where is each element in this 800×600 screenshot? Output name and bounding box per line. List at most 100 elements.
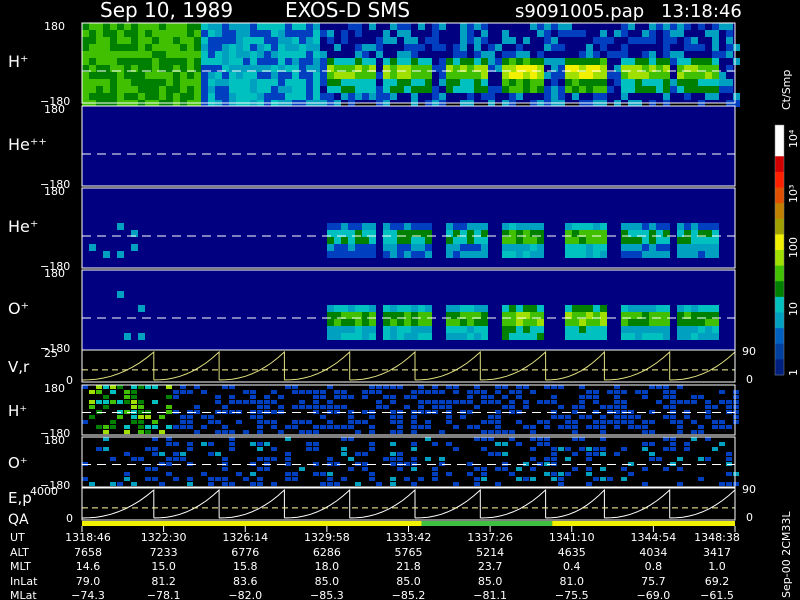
heat-cell xyxy=(579,79,586,86)
heat-cell xyxy=(544,58,551,65)
heat-cell xyxy=(544,457,550,461)
heat-cell xyxy=(663,447,669,451)
heat-cell xyxy=(89,30,96,37)
heat-cell xyxy=(292,472,298,476)
heat-cell xyxy=(446,305,453,312)
heat-cell xyxy=(411,442,417,446)
heat-cell xyxy=(733,93,740,100)
heat-cell xyxy=(551,93,558,100)
heat-cell xyxy=(600,251,607,258)
heat-cell xyxy=(635,326,642,333)
heat-cell xyxy=(397,305,404,312)
heat-cell xyxy=(593,395,599,399)
heat-cell xyxy=(320,30,327,37)
heat-cell xyxy=(299,405,305,409)
heat-cell xyxy=(292,425,298,429)
heat-cell xyxy=(474,326,481,333)
heat-cell xyxy=(124,333,131,340)
heat-cell xyxy=(446,251,453,258)
heat-cell xyxy=(306,447,312,451)
heat-cell xyxy=(369,244,376,251)
axis-value-mlat: −85.2 xyxy=(392,589,426,600)
heat-cell xyxy=(264,400,270,404)
heat-cell xyxy=(712,425,718,429)
heat-cell xyxy=(453,79,460,86)
heat-cell xyxy=(187,442,193,446)
heat-cell xyxy=(579,333,586,340)
heat-cell xyxy=(460,319,467,326)
heat-cell xyxy=(684,79,691,86)
heat-cell xyxy=(327,79,334,86)
heat-cell xyxy=(600,230,607,237)
heat-cell xyxy=(670,86,677,93)
heat-cell xyxy=(369,319,376,326)
heat-cell xyxy=(306,72,313,79)
heat-cell xyxy=(719,400,725,404)
heat-cell xyxy=(663,58,670,65)
heat-cell xyxy=(103,430,109,434)
heat-cell xyxy=(600,437,606,441)
heat-cell xyxy=(593,223,600,230)
heat-cell xyxy=(222,405,228,409)
heat-cell xyxy=(187,44,194,51)
heat-cell xyxy=(404,86,411,93)
heat-cell xyxy=(425,425,431,429)
heat-cell xyxy=(551,86,558,93)
heat-cell xyxy=(131,244,138,251)
heat-cell xyxy=(677,223,684,230)
heat-cell xyxy=(250,390,256,394)
heat-cell xyxy=(110,37,117,44)
heat-cell xyxy=(411,326,418,333)
heat-cell xyxy=(642,467,648,471)
heat-cell xyxy=(89,400,95,404)
heat-cell xyxy=(208,442,214,446)
heat-cell xyxy=(243,86,250,93)
heat-cell xyxy=(579,244,586,251)
heat-cell xyxy=(376,72,383,79)
colorbar-segment xyxy=(775,125,784,142)
heat-cell xyxy=(411,395,417,399)
heat-cell xyxy=(173,390,179,394)
y-max-label: 180 xyxy=(44,267,65,280)
heat-cell xyxy=(215,72,222,79)
heat-cell xyxy=(264,395,270,399)
heat-cell xyxy=(96,400,102,404)
heat-cell xyxy=(544,72,551,79)
heat-cell xyxy=(530,305,537,312)
heat-cell xyxy=(341,37,348,44)
heat-cell xyxy=(313,51,320,58)
heat-cell xyxy=(600,237,607,244)
heat-cell xyxy=(488,93,495,100)
heat-cell xyxy=(579,385,585,389)
heat-cell xyxy=(698,23,705,30)
panel-label-e-p: E,p xyxy=(8,489,32,507)
heat-cell xyxy=(544,442,550,446)
heat-cell xyxy=(208,477,214,481)
y-max-label: 25 xyxy=(44,347,58,360)
heat-cell xyxy=(684,37,691,44)
heat-cell xyxy=(383,58,390,65)
heat-cell xyxy=(467,30,474,37)
heat-cell xyxy=(432,86,439,93)
heat-cell xyxy=(278,86,285,93)
heat-cell xyxy=(719,425,725,429)
heat-cell xyxy=(691,395,697,399)
header-date: Sep 10, 1989 xyxy=(100,0,233,22)
heat-cell xyxy=(369,477,375,481)
heat-cell xyxy=(82,86,89,93)
heat-cell xyxy=(355,58,362,65)
heat-cell xyxy=(509,305,516,312)
heat-cell xyxy=(383,319,390,326)
heat-cell xyxy=(159,452,165,456)
heat-cell xyxy=(558,385,564,389)
heat-cell xyxy=(222,44,229,51)
heat-cell xyxy=(404,51,411,58)
heat-cell xyxy=(474,305,481,312)
heat-cell xyxy=(229,400,235,404)
colorbar-label: 100 xyxy=(787,237,800,258)
heat-cell xyxy=(474,467,480,471)
heat-cell xyxy=(558,58,565,65)
heat-cell xyxy=(222,86,229,93)
heat-cell xyxy=(411,86,418,93)
heat-cell xyxy=(201,425,207,429)
